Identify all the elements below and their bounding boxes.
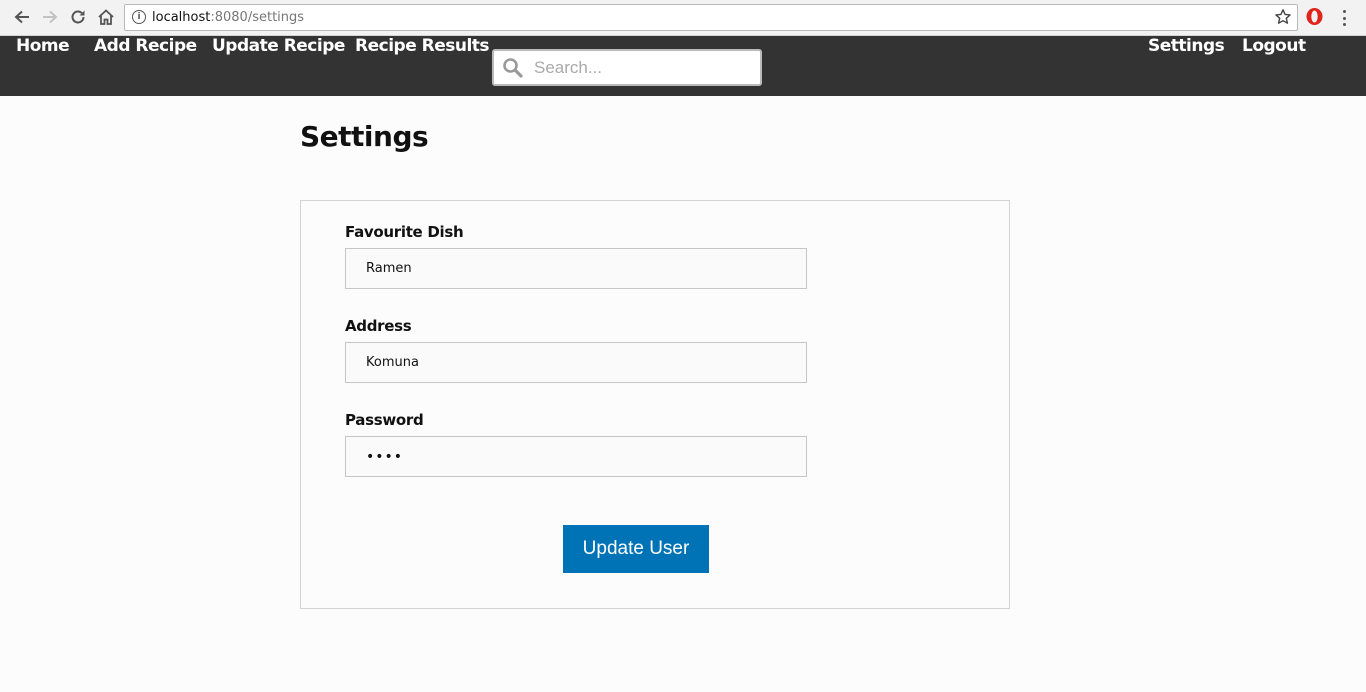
back-button[interactable] <box>12 7 32 27</box>
page-title: Settings <box>300 120 429 153</box>
home-button[interactable] <box>96 7 116 27</box>
forward-button[interactable] <box>40 7 60 27</box>
password-input[interactable] <box>345 436 807 477</box>
kebab-menu-icon[interactable] <box>1336 8 1352 28</box>
address-label: Address <box>345 317 412 335</box>
update-user-button[interactable]: Update User <box>563 525 709 573</box>
browser-toolbar: i localhost:8080/settings <box>0 0 1366 36</box>
search-box <box>492 49 762 86</box>
reload-icon <box>71 10 85 24</box>
nav-add-recipe[interactable]: Add Recipe <box>94 36 197 96</box>
opera-icon[interactable] <box>1305 7 1324 26</box>
arrow-right-icon <box>43 10 58 24</box>
reload-button[interactable] <box>68 7 88 27</box>
favourite-dish-label: Favourite Dish <box>345 223 464 241</box>
search-input[interactable] <box>534 57 754 79</box>
nav-recipe-results[interactable]: Recipe Results <box>355 36 490 96</box>
info-icon[interactable]: i <box>132 10 146 24</box>
arrow-left-icon <box>14 10 29 24</box>
url-host: localhost <box>152 10 211 25</box>
url-text: localhost:8080/settings <box>152 10 304 25</box>
url-path: :8080/settings <box>210 10 305 25</box>
search-icon <box>502 57 524 84</box>
nav-home[interactable]: Home <box>16 36 70 96</box>
nav-settings[interactable]: Settings <box>1148 36 1225 96</box>
password-label: Password <box>345 411 424 429</box>
bookmark-star-icon[interactable] <box>1274 8 1292 31</box>
address-input[interactable] <box>345 342 807 383</box>
address-bar[interactable]: i localhost:8080/settings <box>124 4 1298 31</box>
settings-form: Favourite Dish Address Password Update U… <box>300 200 1010 609</box>
nav-logout[interactable]: Logout <box>1242 36 1306 96</box>
nav-update-recipe[interactable]: Update Recipe <box>212 36 345 96</box>
favourite-dish-input[interactable] <box>345 248 807 289</box>
top-nav: Home Add Recipe Update Recipe Recipe Res… <box>0 36 1366 96</box>
home-icon <box>98 9 114 25</box>
